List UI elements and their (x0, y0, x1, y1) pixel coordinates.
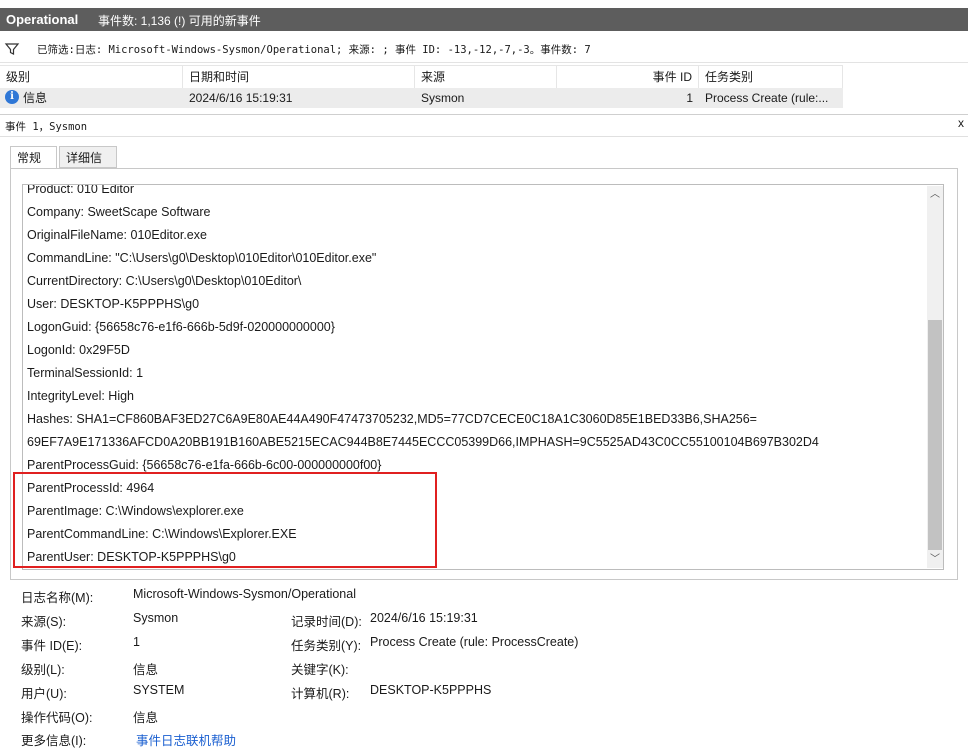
row-source: Sysmon (421, 91, 465, 105)
scroll-down-arrow-icon[interactable]: ﹀ (928, 553, 942, 567)
user-label: 用户(U): (21, 687, 67, 701)
level-label: 级别(L): (21, 663, 65, 677)
computer-value: DESKTOP-K5PPPHS (370, 683, 492, 697)
detail-line: User: DESKTOP-K5PPPHS\g0 (27, 297, 200, 311)
close-icon[interactable]: x (958, 116, 964, 130)
opcode-label: 操作代码(O): (21, 711, 93, 725)
detail-line: LogonGuid: {56658c76-e1f6-666b-5d9f-0200… (27, 320, 335, 334)
info-icon: i (5, 90, 19, 104)
highlight-box (13, 472, 437, 568)
logged-label: 记录时间(D): (291, 615, 362, 629)
event-count: 事件数: 1,136 (!) 可用的新事件 (98, 14, 261, 28)
logname-label: 日志名称(M): (21, 591, 94, 605)
online-help-link[interactable]: 事件日志联机帮助 (136, 730, 236, 749)
detail-line: Company: SweetScape Software (27, 205, 211, 219)
level-value: 信息 (133, 663, 159, 677)
column-header-source[interactable]: 来源 (415, 66, 557, 88)
row-task: Process Create (rule:... (705, 91, 829, 105)
computer-label: 计算机(R): (291, 687, 350, 701)
task-label: 任务类别(Y): (291, 639, 362, 653)
detail-line: 69EF7A9E171336AFCD0A20BB191B160ABE5215EC… (27, 435, 819, 449)
detail-line: ParentProcessGuid: {56658c76-e1fa-666b-6… (27, 458, 382, 472)
eventid-label: 事件 ID(E): (21, 639, 83, 653)
source-label: 来源(S): (21, 615, 67, 629)
row-event-id: 1 (686, 91, 693, 105)
moreinfo-label: 更多信息(I): (21, 734, 87, 748)
scroll-up-arrow-icon[interactable]: ︿ (928, 188, 942, 202)
log-title-bar: Operational 事件数: 1,136 (!) 可用的新事件 (0, 8, 968, 31)
filter-bar: 已筛选:日志: Microsoft-Windows-Sysmon/Operati… (0, 36, 968, 63)
column-header-level[interactable]: 级别 (0, 66, 183, 88)
source-value: Sysmon (133, 611, 179, 625)
detail-line: Product: 010 Editor (27, 184, 135, 196)
event-detail-header: 事件 1，Sysmon x (0, 114, 968, 137)
eventid-value: 1 (133, 635, 140, 649)
detail-line: Hashes: SHA1=CF860BAF3ED27C6A9E80AE44A49… (27, 412, 757, 426)
filter-description: 已筛选:日志: Microsoft-Windows-Sysmon/Operati… (37, 44, 591, 56)
logged-value: 2024/6/16 15:19:31 (370, 611, 478, 625)
column-header-event-id[interactable]: 事件 ID (557, 66, 699, 88)
detail-line: CommandLine: "C:\Users\g0\Desktop\010Edi… (27, 251, 377, 265)
tab-general[interactable]: 常规 (10, 146, 57, 170)
user-value: SYSTEM (133, 683, 185, 697)
log-name: Operational (6, 12, 79, 27)
filter-icon (4, 43, 20, 55)
event-detail-title: 事件 1，Sysmon (5, 121, 88, 133)
detail-line: CurrentDirectory: C:\Users\g0\Desktop\01… (27, 274, 302, 288)
column-header-task[interactable]: 任务类别 (699, 66, 843, 88)
row-level: 信息 (23, 91, 48, 105)
row-datetime: 2024/6/16 15:19:31 (189, 91, 293, 105)
event-list-header: 级别 日期和时间 来源 事件 ID 任务类别 (0, 65, 843, 89)
opcode-value: 信息 (133, 711, 159, 725)
detail-line: IntegrityLevel: High (27, 389, 135, 403)
logname-value: Microsoft-Windows-Sysmon/Operational (133, 587, 356, 601)
table-row[interactable]: i 信息 2024/6/16 15:19:31 Sysmon 1 Process… (0, 88, 843, 108)
detail-line: TerminalSessionId: 1 (27, 366, 144, 380)
scrollbar-thumb[interactable] (928, 320, 942, 550)
keywords-label: 关键字(K): (291, 663, 349, 677)
column-header-datetime[interactable]: 日期和时间 (183, 66, 415, 88)
detail-line: LogonId: 0x29F5D (27, 343, 130, 357)
task-value: Process Create (rule: ProcessCreate) (370, 635, 579, 649)
tab-details[interactable]: 详细信息 (59, 146, 117, 187)
detail-line: OriginalFileName: 010Editor.exe (27, 228, 207, 242)
